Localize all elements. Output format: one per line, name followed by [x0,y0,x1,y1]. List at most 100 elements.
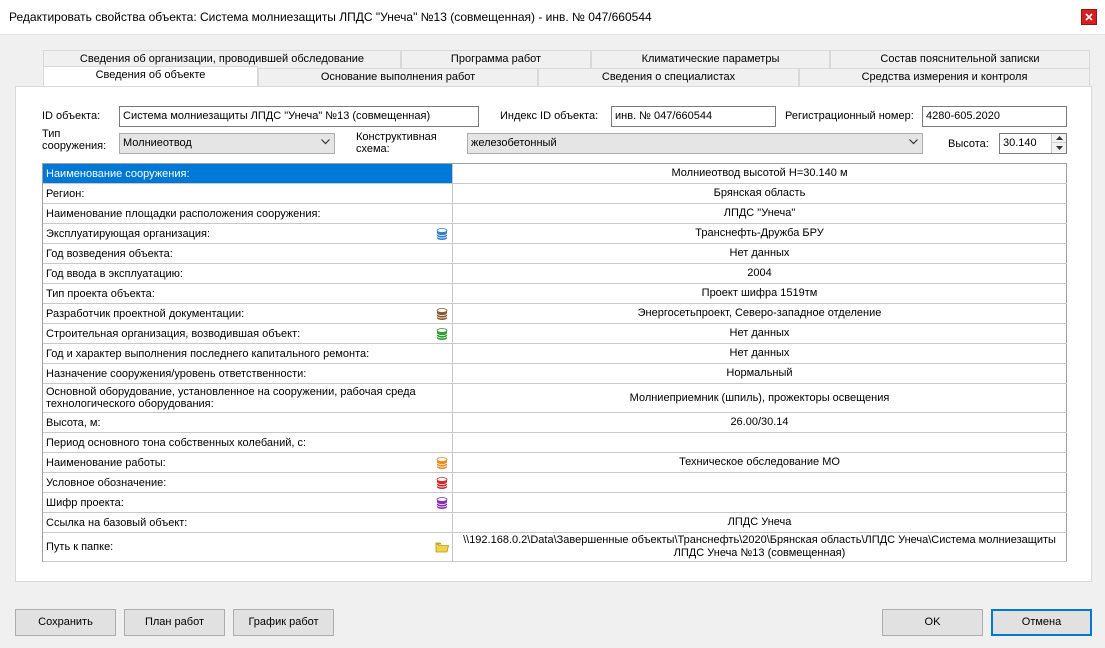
type-select-value: Молниеотвод [123,137,192,149]
grid-row-value[interactable]: Брянская область [453,184,1067,203]
grid-row-name[interactable]: Условное обозначение: [43,473,453,492]
grid-row-name[interactable]: Год возведения объекта: [43,244,453,263]
grid-row-value[interactable]: Нет данных [453,324,1067,343]
cancel-button[interactable]: Отмена [991,609,1092,636]
ok-button[interactable]: OK [882,609,983,636]
grid-row[interactable]: Год и характер выполнения последнего кап… [43,344,1067,364]
grid-row-value[interactable]: Молниеприемник (шпиль), прожекторы освещ… [453,384,1067,412]
grid-row-name[interactable]: Наименование сооружения: [43,164,453,183]
grid-row[interactable]: Ссылка на базовый объект: ЛПДС Унеча [43,513,1067,533]
grid-row-value[interactable] [453,433,1067,452]
database-brown-icon[interactable] [435,307,449,321]
grid-row-label: Год возведения объекта: [46,247,173,260]
grid-row-value[interactable]: Энергосетьпроект, Северо-западное отделе… [453,304,1067,323]
grid-row-label: Наименование сооружения: [46,167,190,180]
tabs-front-row: Сведения об объекте Основание выполнения… [43,66,1090,86]
grid-row-label: Период основного тона собственных колеба… [46,436,307,449]
grid-row[interactable]: Эксплуатирующая организация: Транснефть-Д… [43,224,1067,244]
tab-work-program[interactable]: Программа работ [401,50,591,68]
grid-row-name[interactable]: Регион: [43,184,453,203]
type-select[interactable]: Молниеотвод [119,133,335,154]
folder-icon[interactable] [435,540,449,554]
property-grid: Наименование сооружения: Молниеотвод высо… [42,163,1067,562]
arrow-up-icon [1055,136,1063,140]
grid-row-name[interactable]: Наименование площадки расположения соору… [43,204,453,223]
grid-row[interactable]: Регион: Брянская область [43,184,1067,204]
grid-row-name[interactable]: Год и характер выполнения последнего кап… [43,344,453,363]
close-button[interactable] [1081,9,1097,25]
grid-row-name[interactable]: Шифр проекта: [43,493,453,512]
spin-down-button[interactable] [1052,143,1066,152]
grid-row[interactable]: Основной оборудование, установленное на … [43,384,1067,413]
tab-object-info[interactable]: Сведения об объекте [43,66,258,86]
database-purple-icon[interactable] [435,496,449,510]
database-red-icon[interactable] [435,476,449,490]
grid-row-name[interactable]: Наименование работы: [43,453,453,472]
grid-row-value[interactable]: Проект шифра 1519тм [453,284,1067,303]
grid-row-label: Шифр проекта: [46,496,124,509]
grid-row-name[interactable]: Эксплуатирующая организация: [43,224,453,243]
grid-row-value[interactable]: 2004 [453,264,1067,283]
grid-row-name[interactable]: Основной оборудование, установленное на … [43,384,453,412]
grid-row[interactable]: Год ввода в эксплуатацию: 2004 [43,264,1067,284]
database-green-icon[interactable] [435,327,449,341]
grid-row[interactable]: Путь к папке: \\192.168.0.2\Data\Завершен… [43,533,1067,562]
grid-row-value[interactable] [453,493,1067,512]
grid-row-value[interactable] [453,473,1067,492]
grid-row-value[interactable]: Молниеотвод высотой Н=30.140 м [453,164,1067,183]
tab-measuring-tools[interactable]: Средства измерения и контроля [799,68,1090,86]
height-spinner[interactable]: 30.140 [999,133,1067,154]
grid-row-name[interactable]: Тип проекта объекта: [43,284,453,303]
reg-number-field[interactable]: 4280-605.2020 [922,106,1067,127]
grid-row-value[interactable]: Нормальный [453,364,1067,383]
grid-row-name[interactable]: Высота, м: [43,413,453,432]
grid-row-value[interactable]: ЛПДС Унеча [453,513,1067,532]
grid-row-label: Наименование площадки расположения соору… [46,207,321,220]
grid-row-value[interactable]: Техническое обследование МО [453,453,1067,472]
tab-work-basis[interactable]: Основание выполнения работ [258,68,538,86]
grid-row[interactable]: Наименование площадки расположения соору… [43,204,1067,224]
grid-row[interactable]: Период основного тона собственных колеба… [43,433,1067,453]
tab-climate[interactable]: Климатические параметры [591,50,830,68]
grid-row[interactable]: Высота, м: 26.00/30.14 [43,413,1067,433]
grid-row[interactable]: Тип проекта объекта: Проект шифра 1519тм [43,284,1067,304]
tab-explanatory-note[interactable]: Состав пояснительной записки [830,50,1090,68]
grid-row-value[interactable]: Нет данных [453,344,1067,363]
title-bar: Редактировать свойства объекта: Система … [0,0,1105,34]
grid-row[interactable]: Разработчик проектной документации: Энерг… [43,304,1067,324]
grid-row-value[interactable]: \\192.168.0.2\Data\Завершенные объекты\Т… [453,533,1067,561]
grid-row-value[interactable]: ЛПДС "Унеча" [453,204,1067,223]
index-field[interactable]: инв. № 047/660544 [611,106,776,127]
database-blue-icon[interactable] [435,227,449,241]
grid-row-name[interactable]: Назначение сооружения/уровень ответствен… [43,364,453,383]
grid-row-value[interactable]: 26.00/30.14 [453,413,1067,432]
grid-row[interactable]: Условное обозначение: [43,473,1067,493]
grid-row[interactable]: Строительная организация, возводившая об… [43,324,1067,344]
tab-specialists[interactable]: Сведения о специалистах [538,68,799,86]
grid-row-value[interactable]: Нет данных [453,244,1067,263]
grid-row-name[interactable]: Год ввода в эксплуатацию: [43,264,453,283]
work-schedule-button[interactable]: График работ [233,609,334,636]
grid-row-name[interactable]: Путь к папке: [43,533,453,561]
grid-row[interactable]: Год возведения объекта: Нет данных [43,244,1067,264]
grid-row-name[interactable]: Ссылка на базовый объект: [43,513,453,532]
work-plan-button[interactable]: План работ [124,609,225,636]
grid-row-value[interactable]: Транснефть-Дружба БРУ [453,224,1067,243]
grid-row-name[interactable]: Период основного тона собственных колеба… [43,433,453,452]
grid-row-label: Тип проекта объекта: [46,287,155,300]
grid-row[interactable]: Наименование работы: Техническое обследов… [43,453,1067,473]
spin-up-button[interactable] [1052,134,1066,143]
grid-row-label: Высота, м: [46,416,101,429]
grid-row-label: Назначение сооружения/уровень ответствен… [46,367,307,380]
grid-row[interactable]: Шифр проекта: [43,493,1067,513]
grid-row-name[interactable]: Строительная организация, возводившая об… [43,324,453,343]
grid-row-name[interactable]: Разработчик проектной документации: [43,304,453,323]
id-field[interactable]: Система молниезащиты ЛПДС "Унеча" №13 (с… [119,106,479,127]
database-orange-icon[interactable] [435,456,449,470]
reg-number-label: Регистрационный номер: [785,110,914,122]
grid-row[interactable]: Наименование сооружения: Молниеотвод высо… [43,164,1067,184]
save-button[interactable]: Сохранить [15,609,116,636]
id-label: ID объекта: [42,110,101,122]
scheme-select[interactable]: железобетонный [467,133,923,154]
grid-row[interactable]: Назначение сооружения/уровень ответствен… [43,364,1067,384]
